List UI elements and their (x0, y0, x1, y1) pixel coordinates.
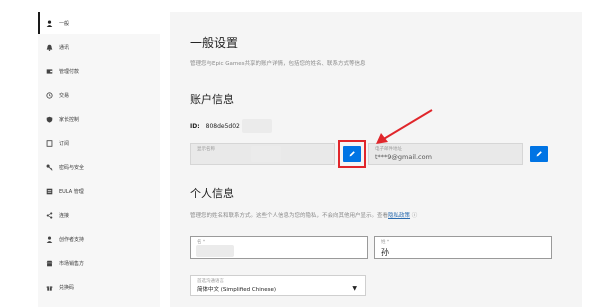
sidebar-item-general[interactable]: 一般 (38, 12, 160, 34)
sidebar-item-label: 兑换码 (59, 284, 75, 291)
account-id-row: ID: 808de5d02 (190, 119, 272, 133)
sidebar-item-label: 家长控制 (59, 116, 80, 123)
first-name-field[interactable]: 名 * (190, 236, 368, 259)
bell-icon (46, 44, 53, 51)
share-icon (46, 211, 53, 219)
sidebar-item-label: 连接 (59, 212, 70, 219)
account-info-title: 账户信息 (190, 93, 234, 106)
eula-icon (46, 188, 53, 195)
settings-content: 一般设置 管理您与Epic Games共享的账户详情，包括您的姓名、联系方式等信… (170, 12, 582, 307)
language-select[interactable]: 首选沟通语言 简体中文 (Simplified Chinese) ▼ (190, 275, 366, 296)
sidebar-item-label: 通讯 (59, 44, 70, 51)
annotation-arrow (376, 109, 433, 144)
page-title: 一般设置 (190, 36, 239, 50)
creator-icon (46, 236, 53, 243)
edit-email-button[interactable] (530, 146, 548, 162)
sidebar-item-label: 密码与安全 (59, 164, 85, 171)
sidebar-item-marketplace-seller[interactable]: 市场销售方 (38, 252, 160, 274)
personal-info-description: 管理您的姓名和联系方式。这些个人信息为您的隐私，不会向其他用户显示。查看隐私政策… (190, 211, 417, 219)
settings-sidebar: 一般 通讯 管理付款 交易 家长控制 订阅 密码与安全 EULA 管理 连接 创… (38, 12, 160, 307)
info-icon: ⓘ (411, 213, 418, 219)
shield-icon (46, 116, 53, 123)
sidebar-item-label: 管理付款 (59, 68, 80, 75)
sidebar-item-parental-controls[interactable]: 家长控制 (38, 108, 160, 130)
redacted-area (196, 245, 234, 257)
last-name-label: 姓 * (381, 240, 390, 245)
sidebar-item-redeem-code[interactable]: 兑换码 (38, 276, 160, 298)
history-icon (46, 91, 53, 99)
sidebar-item-transactions[interactable]: 交易 (38, 84, 160, 106)
sidebar-item-label: EULA 管理 (59, 188, 84, 195)
last-name-value: 孙 (381, 248, 389, 257)
personal-info-title: 个人信息 (190, 187, 234, 200)
key-icon (46, 164, 53, 171)
sidebar-item-label: 交易 (59, 92, 70, 99)
sidebar-item-eula[interactable]: EULA 管理 (38, 180, 160, 202)
last-name-field[interactable]: 姓 * 孙 (374, 236, 552, 259)
sidebar-item-communications[interactable]: 通讯 (38, 36, 160, 58)
account-id-label: ID: (190, 122, 200, 130)
display-name-field[interactable]: 显示名称 (190, 143, 335, 165)
language-value: 简体中文 (Simplified Chinese) (197, 287, 277, 293)
sidebar-item-connections[interactable]: 连接 (38, 204, 160, 226)
user-icon (46, 19, 53, 27)
redacted-area (241, 119, 272, 133)
display-name-label: 显示名称 (197, 147, 215, 152)
language-label: 首选沟通语言 (197, 279, 224, 284)
chevron-down-icon: ▼ (352, 285, 357, 292)
pencil-icon (536, 151, 542, 157)
personal-info-text: 管理您的姓名和联系方式。这些个人信息为您的隐私，不会向其他用户显示。查看 (190, 213, 389, 219)
subscription-icon (46, 139, 53, 147)
sidebar-item-label: 市场销售方 (59, 260, 85, 267)
sidebar-item-creator-support[interactable]: 创作者支持 (38, 228, 160, 250)
sidebar-item-label: 订阅 (59, 140, 70, 147)
store-icon (46, 260, 53, 267)
sidebar-item-password-security[interactable]: 密码与安全 (38, 156, 160, 178)
wallet-icon (46, 68, 53, 75)
sidebar-item-label: 创作者支持 (59, 236, 85, 243)
email-value: t***9@gmail.com (375, 153, 432, 161)
account-id-value: 808de5d02 (205, 122, 240, 130)
sidebar-item-label: 一般 (59, 20, 70, 27)
privacy-policy-link[interactable]: 隐私政策 (388, 213, 410, 219)
sidebar-item-subscriptions[interactable]: 订阅 (38, 132, 160, 154)
page-description: 管理您与Epic Games共享的账户详情，包括您的姓名、联系方式等信息 (190, 61, 366, 67)
redacted-area (251, 146, 281, 162)
sidebar-item-payments[interactable]: 管理付款 (38, 60, 160, 82)
highlight-box (338, 140, 366, 168)
gift-icon (46, 284, 53, 291)
